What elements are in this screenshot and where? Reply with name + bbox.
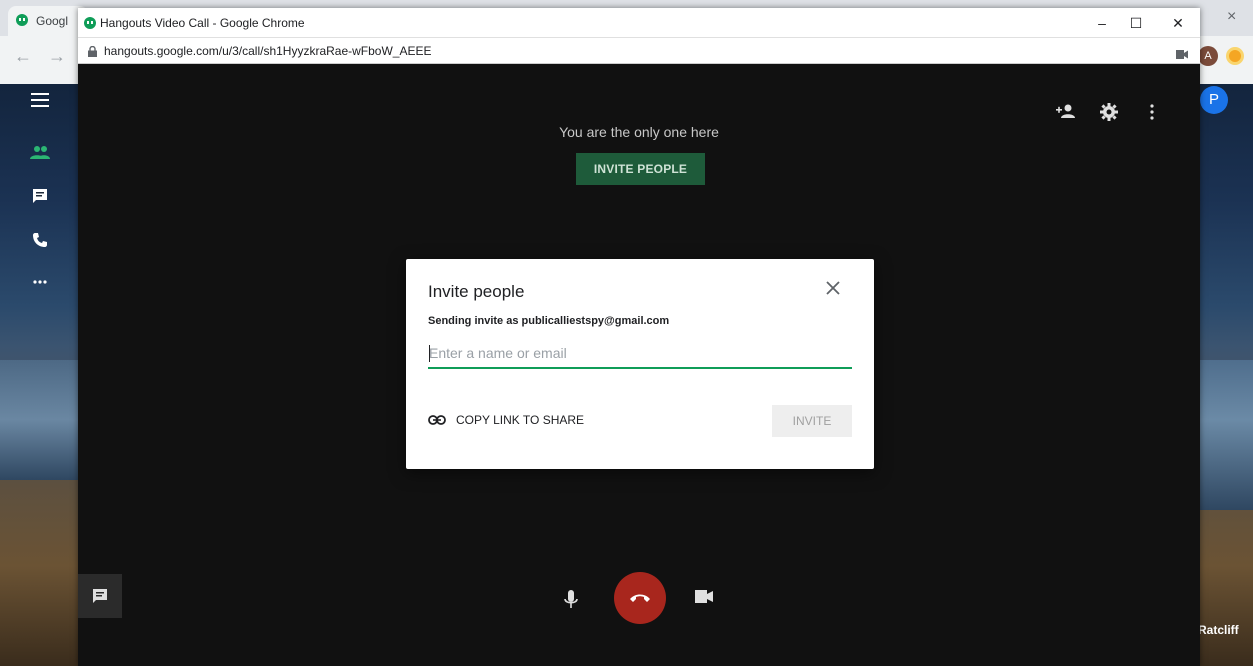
phone-icon[interactable] [28, 228, 52, 252]
camera-in-use-icon[interactable] [1176, 46, 1188, 64]
add-person-icon[interactable] [1056, 104, 1076, 123]
copy-link-button[interactable]: COPY LINK TO SHARE [428, 413, 584, 427]
invitee-input[interactable] [428, 339, 852, 369]
more-vertical-icon[interactable] [1150, 104, 1154, 125]
hangouts-icon [84, 16, 96, 34]
gear-icon[interactable] [1100, 103, 1118, 126]
copy-link-label: COPY LINK TO SHARE [456, 413, 585, 427]
contacts-icon[interactable] [28, 140, 52, 164]
hangouts-call-window: Hangouts Video Call - Google Chrome – ☐ … [78, 8, 1200, 666]
background-tab-title: Googl [36, 14, 69, 28]
minimize-button[interactable]: – [1086, 12, 1118, 34]
window-title: Hangouts Video Call - Google Chrome [100, 16, 305, 30]
invite-button[interactable]: INVITE [772, 405, 852, 437]
forward-arrow-icon[interactable]: → [48, 46, 66, 67]
hangouts-left-rail [0, 84, 80, 666]
user-name-label: Ratcliff [1198, 623, 1239, 637]
open-chat-button[interactable] [78, 574, 122, 618]
sender-text: Sending invite as publicalliestspy@gmail… [428, 315, 670, 327]
call-status-text: You are the only one here [559, 124, 719, 140]
profile-avatar[interactable]: A [1198, 46, 1218, 66]
hang-up-icon [630, 594, 650, 602]
background-tab[interactable]: Googl [8, 6, 88, 36]
camera-icon[interactable] [695, 590, 713, 608]
more-horizontal-icon[interactable] [28, 270, 52, 294]
extension-icon[interactable] [1226, 47, 1244, 65]
lock-icon [88, 44, 97, 62]
background-close-icon[interactable]: × [1227, 8, 1236, 26]
invite-people-button[interactable]: INVITE PEOPLE [576, 153, 705, 185]
back-arrow-icon[interactable]: ← [14, 46, 32, 67]
close-window-button[interactable]: ✕ [1162, 12, 1194, 34]
hangouts-icon [16, 14, 28, 29]
call-area: You are the only one here INVITE PEOPLE … [78, 64, 1200, 666]
invite-dialog: Invite people Sending invite as publical… [406, 259, 874, 469]
hang-up-button[interactable] [614, 572, 666, 624]
address-bar[interactable]: hangouts.google.com/u/3/call/sh1HyyzkraR… [78, 38, 1200, 64]
close-icon[interactable] [826, 281, 846, 301]
link-icon [428, 415, 446, 425]
desktop-lake-right [1195, 360, 1253, 510]
microphone-icon[interactable] [564, 590, 578, 615]
menu-icon[interactable] [28, 88, 52, 112]
maximize-button[interactable]: ☐ [1120, 12, 1152, 34]
window-title-bar[interactable]: Hangouts Video Call - Google Chrome – ☐ … [78, 8, 1200, 38]
chat-icon[interactable] [28, 184, 52, 208]
chat-icon [93, 589, 107, 603]
dialog-title: Invite people [428, 282, 525, 301]
url-text: hangouts.google.com/u/3/call/sh1HyyzkraR… [104, 44, 432, 58]
account-avatar[interactable]: P [1200, 86, 1228, 114]
text-caret [429, 345, 430, 362]
